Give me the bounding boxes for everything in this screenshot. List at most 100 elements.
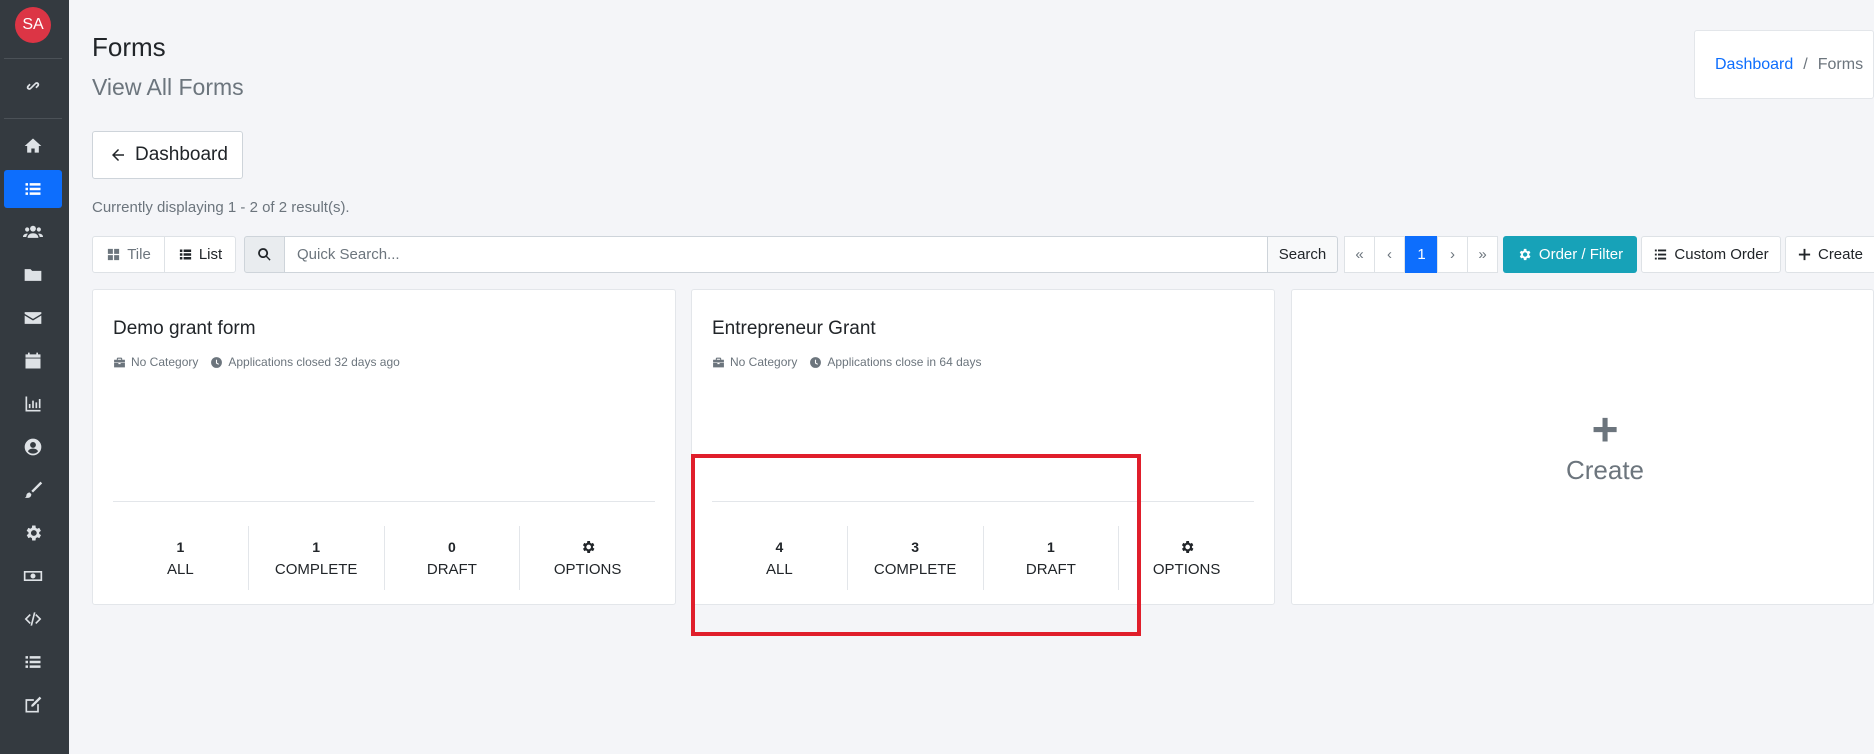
options-label: OPTIONS [1152, 560, 1221, 578]
search-icon [258, 248, 271, 261]
sidebar-item-links[interactable] [4, 67, 62, 105]
form-meta: No Category Applications closed 32 days … [113, 355, 412, 369]
form-meta: No Category Applications close in 64 day… [712, 355, 993, 369]
create-card-label: Create [1565, 454, 1645, 485]
breadcrumb-separator: / [1803, 55, 1808, 73]
form-status: Applications close in 64 days [827, 355, 982, 369]
page-subtitle: View All Forms [92, 74, 244, 100]
users-icon [23, 225, 43, 238]
gear-icon [26, 525, 41, 541]
list-label: List [198, 246, 223, 263]
plus-icon: + [1591, 402, 1619, 455]
home-icon [24, 138, 42, 153]
form-card[interactable]: Demo grant form No Category Applications… [92, 289, 676, 605]
breadcrumb-current: Forms [1817, 55, 1864, 73]
create-button[interactable]: Create [1785, 236, 1874, 273]
custom-order-label: Custom Order [1674, 246, 1769, 263]
search-button[interactable]: Search [1267, 236, 1338, 273]
stat-complete-label: COMPLETE [274, 560, 358, 578]
form-status: Applications closed 32 days ago [228, 355, 400, 369]
sidebar-item-home[interactable] [4, 127, 62, 165]
form-title[interactable]: Demo grant form [113, 318, 256, 340]
stat-complete-count: 1 [312, 538, 321, 555]
sidebar-item-edit[interactable] [4, 686, 62, 724]
stat-draft[interactable]: 0 DRAFT [385, 526, 521, 590]
sidebar-item-mail[interactable] [4, 299, 62, 337]
money-icon [23, 571, 43, 581]
envelope-icon [24, 312, 42, 324]
list-icon [1655, 249, 1667, 260]
list-view-button[interactable]: List [164, 236, 236, 273]
list-icon [179, 249, 191, 260]
sidebar: SA [0, 0, 69, 754]
sidebar-item-users[interactable] [4, 213, 62, 251]
pager-next[interactable]: › [1437, 236, 1468, 273]
pager-first[interactable]: « [1344, 236, 1375, 273]
card-divider [113, 501, 655, 502]
highlight-box [691, 454, 1141, 636]
grid-icon [108, 248, 120, 261]
gear-icon [1181, 540, 1194, 553]
options-button[interactable]: OPTIONS [520, 526, 655, 590]
sidebar-item-payments[interactable] [4, 557, 62, 595]
order-filter-button[interactable]: Order / Filter [1503, 236, 1637, 273]
gear-icon [1519, 248, 1531, 261]
result-count: Currently displaying 1 - 2 of 2 result(s… [92, 199, 350, 216]
avatar[interactable]: SA [15, 7, 51, 43]
sidebar-item-reports[interactable] [4, 385, 62, 423]
form-category: No Category [730, 355, 798, 369]
sidebar-item-calendar[interactable] [4, 342, 62, 380]
form-category: No Category [131, 355, 199, 369]
form-stats: 1 ALL 1 COMPLETE 0 DRAFT OPTIONS [113, 526, 655, 590]
stat-all-label: ALL [167, 560, 194, 578]
briefcase-icon [713, 357, 724, 367]
user-circle-icon [24, 438, 42, 456]
folder-icon [24, 269, 42, 281]
sidebar-item-theme[interactable] [4, 471, 62, 509]
arrow-left-icon [112, 149, 124, 161]
chart-icon [25, 396, 41, 412]
edit-icon [25, 696, 42, 713]
clock-icon [810, 356, 822, 368]
custom-order-button[interactable]: Custom Order [1641, 236, 1781, 273]
code-icon [24, 612, 42, 626]
pager-page-1[interactable]: 1 [1405, 236, 1438, 273]
brush-icon [24, 481, 43, 498]
plus-icon [1798, 248, 1811, 261]
stat-all-count: 1 [176, 538, 185, 555]
breadcrumb: Dashboard / Forms [1694, 30, 1874, 99]
gear-icon [582, 540, 595, 553]
sidebar-item-list[interactable] [4, 643, 62, 681]
options-label: OPTIONS [553, 560, 622, 578]
back-button-label: Dashboard [135, 144, 228, 165]
sidebar-item-forms[interactable] [4, 170, 62, 208]
list-icon [25, 656, 41, 668]
stat-all[interactable]: 1 ALL [113, 526, 249, 590]
search-input[interactable] [285, 236, 1268, 273]
order-filter-label: Order / Filter [1538, 246, 1624, 263]
sidebar-item-files[interactable] [4, 256, 62, 294]
form-title[interactable]: Entrepreneur Grant [712, 318, 876, 340]
link-icon [26, 82, 40, 90]
breadcrumb-dashboard-link[interactable]: Dashboard [1715, 56, 1793, 74]
sidebar-item-settings[interactable] [4, 514, 62, 552]
sidebar-divider [4, 118, 62, 119]
pager-prev[interactable]: ‹ [1374, 236, 1405, 273]
back-to-dashboard-button[interactable]: Dashboard [92, 131, 243, 179]
pager-last[interactable]: » [1467, 236, 1498, 273]
sidebar-item-code[interactable] [4, 600, 62, 638]
clock-icon [211, 356, 223, 368]
list-icon [25, 183, 41, 195]
tile-view-button[interactable]: Tile [92, 236, 165, 273]
create-label: Create [1817, 246, 1864, 263]
sidebar-divider [4, 58, 62, 59]
briefcase-icon [114, 357, 125, 367]
create-form-card[interactable]: + Create [1291, 289, 1874, 605]
stat-complete[interactable]: 1 COMPLETE [249, 526, 385, 590]
calendar-icon [25, 352, 41, 369]
stat-draft-label: DRAFT [426, 560, 477, 578]
sidebar-item-profile[interactable] [4, 428, 62, 466]
stat-draft-count: 0 [447, 538, 456, 555]
tile-label: Tile [127, 246, 151, 263]
search-icon-box [244, 236, 285, 273]
